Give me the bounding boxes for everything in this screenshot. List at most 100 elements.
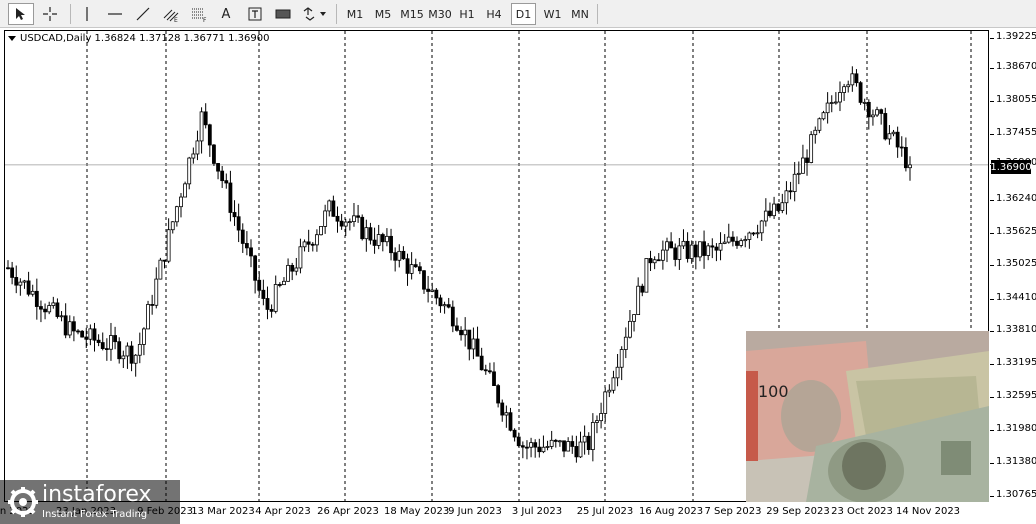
candle	[578, 431, 583, 458]
price-tick: 1.33810	[996, 324, 1036, 336]
candle	[442, 301, 447, 314]
price-tick: 1.35625	[996, 225, 1036, 237]
candle	[277, 282, 282, 288]
toolbar: E F A M1 M5 M15 M30 H1 H4 D1 W1 MN	[0, 0, 1036, 28]
candle	[438, 294, 443, 313]
candle	[331, 195, 336, 217]
candle	[776, 203, 781, 213]
cursor-tool-button[interactable]	[8, 3, 34, 25]
candle	[652, 256, 657, 270]
candle	[22, 279, 27, 289]
candle	[842, 83, 847, 101]
candle	[681, 229, 686, 249]
price-tick: 1.36240	[996, 192, 1036, 204]
svg-text:E: E	[174, 17, 178, 22]
candle	[660, 240, 665, 270]
candle	[446, 297, 451, 309]
candle	[825, 92, 830, 124]
candle	[179, 193, 183, 218]
candle	[183, 181, 188, 198]
date-tick: 14 Nov 2023	[896, 506, 961, 517]
candle	[125, 342, 130, 369]
timeframe-h4[interactable]: H4	[482, 3, 506, 25]
candle	[142, 327, 146, 356]
candle	[117, 337, 122, 364]
candle	[553, 438, 558, 448]
candle	[726, 223, 731, 244]
candle	[599, 402, 603, 429]
candle	[508, 407, 513, 432]
candle	[212, 144, 216, 166]
vertical-line-icon	[86, 7, 88, 21]
candle	[158, 257, 163, 280]
channel-icon: E	[163, 9, 179, 22]
candle	[619, 346, 624, 381]
price-tick: 1.33195	[996, 357, 1036, 369]
candle	[306, 229, 311, 252]
candle	[302, 239, 307, 252]
candle	[669, 232, 674, 249]
candle	[850, 66, 855, 92]
price-axis: 1.39225 1.38670 1.38055 1.37455 1.36900 1.362…	[990, 30, 1036, 502]
candle	[640, 283, 645, 297]
candle	[875, 106, 879, 117]
candle	[380, 232, 385, 252]
rectangle-button[interactable]	[272, 3, 294, 25]
candle	[673, 243, 678, 267]
timeframe-d1[interactable]: D1	[511, 3, 536, 25]
candle	[549, 430, 554, 450]
candle	[883, 107, 888, 141]
date-tick: 18 May 2023	[384, 506, 450, 517]
candle	[450, 300, 455, 333]
dropdown-triangle-icon	[8, 35, 16, 41]
candle	[343, 218, 348, 237]
candle	[166, 218, 171, 264]
candle	[376, 224, 381, 250]
candle	[249, 239, 253, 268]
candle	[6, 260, 10, 270]
candle	[500, 399, 505, 422]
candle	[792, 162, 797, 202]
candle	[10, 261, 15, 285]
candle	[471, 327, 476, 360]
candle	[207, 123, 212, 157]
candle	[656, 253, 661, 262]
candle	[685, 232, 690, 263]
candle	[109, 322, 113, 361]
candle	[319, 226, 323, 236]
vertical-line-button[interactable]	[76, 3, 98, 25]
timeframe-mn[interactable]: MN	[567, 3, 593, 25]
arrows-dropdown-button[interactable]	[300, 3, 330, 25]
timeframe-h1[interactable]: H1	[455, 3, 479, 25]
timeframe-m30[interactable]: M30	[426, 3, 454, 25]
candle	[751, 232, 756, 236]
candle	[566, 437, 571, 452]
price-tick: 1.38670	[996, 61, 1036, 73]
candle	[558, 439, 562, 447]
horizontal-line-icon	[108, 13, 122, 15]
text-label-button[interactable]	[244, 3, 266, 25]
timeframe-m5[interactable]: M5	[370, 3, 396, 25]
fibonacci-button[interactable]: F	[188, 3, 210, 25]
candle	[26, 271, 31, 297]
crosshair-tool-button[interactable]	[38, 3, 62, 25]
timeframe-w1[interactable]: W1	[540, 3, 565, 25]
horizontal-line-button[interactable]	[104, 3, 126, 25]
candle	[290, 262, 295, 281]
text-label-icon	[248, 7, 262, 21]
price-tick: 1.39225	[996, 31, 1036, 42]
candle	[244, 231, 249, 256]
timeframe-m1[interactable]: M1	[342, 3, 368, 25]
equidistant-channel-button[interactable]: E	[160, 3, 182, 25]
trendline-button[interactable]	[132, 3, 154, 25]
price-tick-mark	[990, 265, 994, 267]
candle	[18, 278, 23, 296]
text-tool-button[interactable]: A	[216, 3, 236, 25]
candle	[364, 219, 369, 252]
current-price-label: 1.36900	[990, 160, 1032, 174]
timeframe-m15[interactable]: M15	[398, 3, 426, 25]
candle	[347, 218, 352, 231]
candle	[607, 384, 612, 398]
price-tick-mark	[990, 232, 994, 234]
candle	[636, 277, 641, 315]
